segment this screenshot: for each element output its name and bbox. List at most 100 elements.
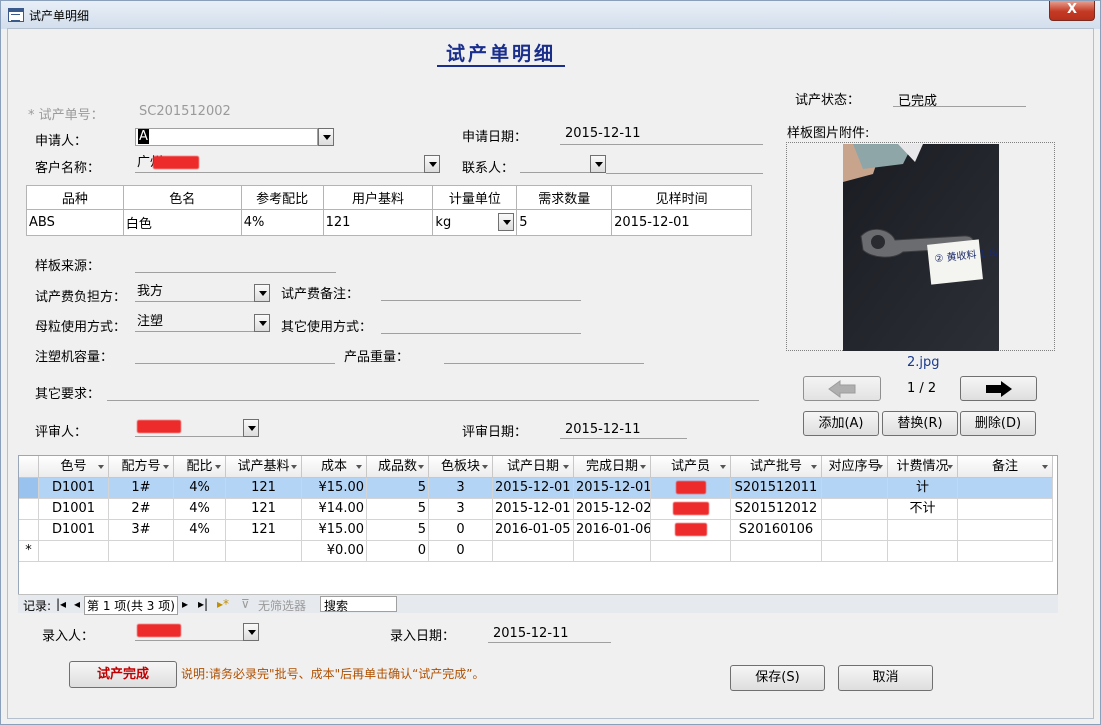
other-requirements-field[interactable] bbox=[107, 400, 759, 401]
new-row-cell[interactable] bbox=[958, 541, 1053, 562]
table-row[interactable]: S201512012 bbox=[731, 499, 822, 520]
table-row[interactable] bbox=[958, 520, 1053, 541]
table-row[interactable]: 2015-12-01 bbox=[493, 499, 574, 520]
table-row[interactable]: 2015-12-01 bbox=[574, 478, 651, 499]
table-row[interactable]: 2016-01-06 bbox=[574, 520, 651, 541]
grid-header-qty[interactable]: 成品数 bbox=[367, 456, 429, 478]
sort-arrow-icon[interactable] bbox=[418, 465, 424, 469]
table-row[interactable]: 121 bbox=[226, 499, 302, 520]
new-row-cell[interactable] bbox=[822, 541, 888, 562]
spec-sample-time[interactable]: 2015-12-01 bbox=[611, 209, 752, 236]
spec-qty[interactable]: 5 bbox=[516, 209, 613, 236]
table-row[interactable] bbox=[822, 520, 888, 541]
masterbatch-dropdown-button[interactable] bbox=[254, 314, 270, 332]
apply-date-value[interactable]: 2015-12-11 bbox=[565, 126, 641, 141]
table-row[interactable]: 5 bbox=[367, 478, 429, 499]
table-row[interactable]: 不计 bbox=[888, 499, 958, 520]
spec-color[interactable]: 白色 bbox=[122, 209, 242, 236]
new-row-plates[interactable]: 0 bbox=[429, 541, 493, 562]
contact-combo[interactable] bbox=[520, 155, 590, 173]
attachment-frame[interactable]: ② 黄收料 1.8/4 bbox=[786, 142, 1055, 351]
table-row[interactable]: 4% bbox=[174, 499, 226, 520]
other-use-field[interactable] bbox=[381, 333, 581, 334]
record-position[interactable]: 第 1 项(共 3 项) bbox=[84, 596, 178, 615]
table-row[interactable] bbox=[651, 499, 731, 520]
table-row[interactable]: 4% bbox=[174, 478, 226, 499]
sort-arrow-icon[interactable] bbox=[163, 465, 169, 469]
last-record-icon[interactable]: ▸| bbox=[198, 597, 208, 611]
entry-person-combo[interactable] bbox=[135, 623, 243, 641]
contact-dropdown-button[interactable] bbox=[590, 155, 606, 173]
table-row[interactable]: S20160106 bbox=[731, 520, 822, 541]
new-row-cell[interactable] bbox=[651, 541, 731, 562]
new-row-cell[interactable] bbox=[109, 541, 174, 562]
sort-arrow-icon[interactable] bbox=[215, 465, 221, 469]
close-button[interactable]: X bbox=[1049, 1, 1095, 21]
new-record-icon[interactable]: ▸* bbox=[217, 597, 229, 611]
customer-combo[interactable]: 广州 bbox=[135, 155, 424, 173]
search-input[interactable]: 搜索 bbox=[320, 596, 397, 613]
table-row[interactable]: 2015-12-02 bbox=[574, 499, 651, 520]
product-weight-field[interactable] bbox=[444, 363, 644, 364]
sort-arrow-icon[interactable] bbox=[291, 465, 297, 469]
filter-icon[interactable]: ⊽ bbox=[241, 597, 250, 611]
table-row[interactable]: 2016-01-05 bbox=[493, 520, 574, 541]
row-selector[interactable] bbox=[19, 499, 39, 520]
grid-header-billing[interactable]: 计费情况 bbox=[888, 456, 958, 478]
table-row[interactable]: 3# bbox=[109, 520, 174, 541]
table-row[interactable] bbox=[651, 478, 731, 499]
grid-header-base[interactable]: 试产基料 bbox=[226, 456, 302, 478]
table-row[interactable] bbox=[958, 478, 1053, 499]
table-row[interactable]: ¥15.00 bbox=[302, 478, 367, 499]
review-date-value[interactable]: 2015-12-11 bbox=[565, 422, 641, 437]
sort-arrow-icon[interactable] bbox=[811, 465, 817, 469]
grid-header-operator[interactable]: 试产员 bbox=[651, 456, 731, 478]
table-row[interactable]: 5 bbox=[367, 520, 429, 541]
next-image-button[interactable] bbox=[960, 376, 1037, 401]
sort-arrow-icon[interactable] bbox=[877, 465, 883, 469]
new-row-cost[interactable]: ¥0.00 bbox=[302, 541, 367, 562]
delete-image-button[interactable]: 删除(D) bbox=[960, 411, 1036, 436]
table-row[interactable]: 121 bbox=[226, 478, 302, 499]
table-row[interactable]: ¥15.00 bbox=[302, 520, 367, 541]
grid-header-seq[interactable]: 对应序号 bbox=[822, 456, 888, 478]
table-row[interactable]: S201512011 bbox=[731, 478, 822, 499]
new-row-qty[interactable]: 0 bbox=[367, 541, 429, 562]
new-row-cell[interactable] bbox=[174, 541, 226, 562]
prev-record-icon[interactable]: ◂ bbox=[74, 597, 80, 611]
first-record-icon[interactable]: |◂ bbox=[56, 597, 66, 611]
prev-image-button[interactable] bbox=[803, 376, 881, 401]
sort-arrow-icon[interactable] bbox=[563, 465, 569, 469]
table-row[interactable]: 2# bbox=[109, 499, 174, 520]
table-row[interactable]: 3 bbox=[429, 499, 493, 520]
reviewer-combo[interactable] bbox=[135, 419, 243, 437]
table-row[interactable]: 1# bbox=[109, 478, 174, 499]
spec-variety[interactable]: ABS bbox=[26, 209, 124, 236]
sort-arrow-icon[interactable] bbox=[947, 465, 953, 469]
applicant-combo[interactable]: A bbox=[135, 128, 318, 146]
machine-capacity-field[interactable] bbox=[135, 363, 335, 364]
sort-arrow-icon[interactable] bbox=[720, 465, 726, 469]
table-row[interactable]: 计 bbox=[888, 478, 958, 499]
new-row-cell[interactable] bbox=[39, 541, 109, 562]
masterbatch-combo[interactable]: 注塑 bbox=[135, 314, 254, 332]
entry-person-dropdown-button[interactable] bbox=[243, 623, 259, 641]
save-button[interactable]: 保存(S) bbox=[730, 665, 825, 691]
grid-header-color-no[interactable]: 色号 bbox=[39, 456, 109, 478]
new-row-cell[interactable] bbox=[731, 541, 822, 562]
grid-header-finish-date[interactable]: 完成日期 bbox=[574, 456, 651, 478]
applicant-dropdown-button[interactable] bbox=[318, 128, 334, 146]
sort-arrow-icon[interactable] bbox=[1042, 465, 1048, 469]
unit-dropdown-button[interactable] bbox=[498, 213, 515, 231]
sort-arrow-icon[interactable] bbox=[640, 465, 646, 469]
grid-header-remark[interactable]: 备注 bbox=[958, 456, 1053, 478]
sample-source-field[interactable] bbox=[135, 272, 336, 273]
spec-ratio[interactable]: 4% bbox=[240, 209, 324, 236]
table-row[interactable]: 4% bbox=[174, 520, 226, 541]
grid-header-plates[interactable]: 色板块 bbox=[429, 456, 493, 478]
table-row[interactable]: 3 bbox=[429, 478, 493, 499]
cancel-button[interactable]: 取消 bbox=[838, 665, 933, 691]
new-row-cell[interactable] bbox=[888, 541, 958, 562]
add-image-button[interactable]: 添加(A) bbox=[803, 411, 879, 436]
table-row[interactable]: D1001 bbox=[39, 520, 109, 541]
